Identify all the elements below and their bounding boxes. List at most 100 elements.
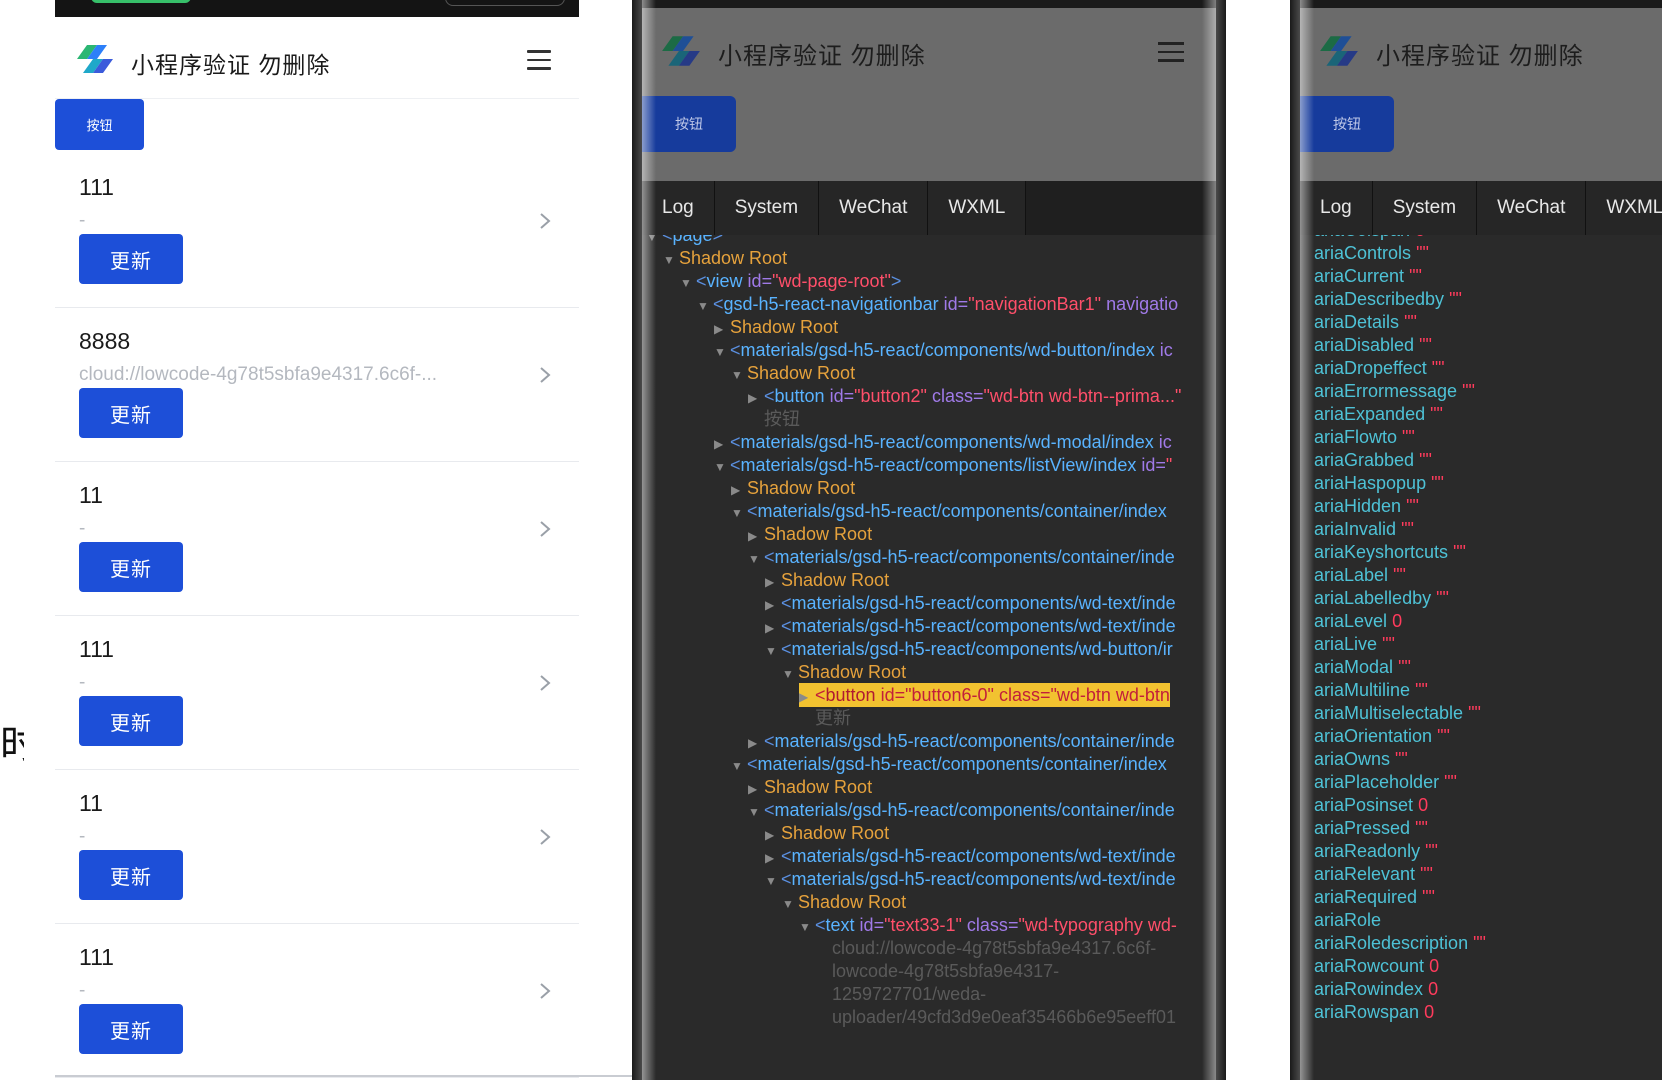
property-row[interactable]: ariaDetails "" [1314,311,1417,334]
caret-down-icon[interactable]: ▼ [799,915,815,939]
caret-down-icon[interactable]: ▼ [782,662,798,686]
text-node[interactable]: 更新 [799,706,851,730]
property-row[interactable]: ariaFlowto "" [1314,426,1415,449]
shadow-root-node[interactable]: ▶ Shadow Root [748,522,872,546]
shadow-root-node[interactable]: ▶ Shadow Root [731,476,855,500]
property-row[interactable]: ariaRelevant "" [1314,863,1433,886]
caret-down-icon[interactable]: ▼ [731,501,747,525]
tree-node[interactable]: ▼ <materials/gsd-h5-react/components/cont… [748,798,1175,822]
property-row[interactable]: ariaExpanded "" [1314,403,1443,426]
property-row[interactable]: ariaMultiselectable "" [1314,702,1481,725]
caret-down-icon[interactable]: ▼ [765,869,781,893]
caret-down-icon[interactable]: ▼ [782,892,798,916]
property-row[interactable]: ariaLive "" [1314,633,1395,656]
property-row[interactable]: ariaModal "" [1314,656,1411,679]
property-row[interactable]: ariaOrientation "" [1314,725,1450,748]
tab-wechat[interactable]: WeChat [819,181,929,235]
tab-system[interactable]: System [714,181,820,235]
property-row[interactable]: ariaCurrent "" [1314,265,1422,288]
tab-wxml[interactable]: WXML [1586,181,1662,235]
caret-down-icon[interactable]: ▼ [714,340,730,364]
shadow-root-node[interactable]: ▼ Shadow Root [731,361,855,385]
list-item[interactable]: 111 - 更新 [55,616,579,770]
tree-node[interactable]: ▶ <materials/gsd-h5-react/components/wd-m… [714,430,1172,454]
tab-wxml[interactable]: WXML [928,181,1027,235]
property-row[interactable]: ariaLevel 0 [1314,610,1402,633]
property-row[interactable]: ariaRowindex 0 [1314,978,1438,1001]
property-row[interactable]: ariaRequired "" [1314,886,1435,909]
text-node[interactable]: cloud://lowcode-4g78t5sbfa9e4317.6c6f- [816,936,1156,960]
caret-down-icon[interactable]: ▼ [748,800,764,824]
text-node[interactable]: 按钮 [748,407,800,431]
list-item[interactable]: 111 - 更新 [55,924,579,1078]
primary-button[interactable]: 按钮 [642,96,736,152]
tree-node[interactable]: ▼ <materials/gsd-h5-react/components/wd-t… [765,867,1176,891]
caret-down-icon[interactable]: ▼ [663,248,679,272]
list-item[interactable]: 11 - 更新 [55,770,579,924]
tree-node[interactable]: ▼ <gsd-h5-react-navigationbar id="navigat… [697,292,1178,316]
property-row[interactable]: ariaHidden "" [1314,495,1419,518]
list-item[interactable]: 8888 cloud://lowcode-4g78t5sbfa9e4317.6c6… [55,308,579,462]
update-button[interactable]: 更新 [79,234,183,284]
tree-node[interactable]: ▶ <materials/gsd-h5-react/components/wd-t… [765,591,1176,615]
property-row[interactable]: ariaReadonly "" [1314,840,1438,863]
property-row[interactable]: ariaRoledescription "" [1314,932,1486,955]
selected-tree-node[interactable]: ▶ <button id="button6-0" class="wd-btn wd… [799,683,1170,707]
property-row[interactable]: ariaLabelledby "" [1314,587,1449,610]
menu-icon[interactable] [1158,42,1184,62]
tree-node[interactable]: ▼ <materials/gsd-h5-react/components/cont… [731,499,1167,523]
property-row[interactable]: ariaColspan 0 [1314,235,1425,242]
property-row[interactable]: ariaRole [1314,909,1381,932]
menu-icon[interactable] [527,50,551,70]
caret-down-icon[interactable]: ▼ [714,455,730,479]
property-row[interactable]: ariaInvalid "" [1314,518,1414,541]
tree-node[interactable]: ▼ <materials/gsd-h5-react/components/wd-b… [714,338,1173,362]
property-row[interactable]: ariaPosinset 0 [1314,794,1428,817]
property-row[interactable]: ariaRowcount 0 [1314,955,1439,978]
tree-node[interactable]: ▶ <button id="button2" class="wd-btn wd-b… [748,384,1181,408]
primary-button[interactable]: 按钮 [55,99,144,150]
primary-button[interactable]: 按钮 [1300,96,1394,152]
tree-node[interactable]: ▼ <materials/gsd-h5-react/components/wd-b… [765,637,1173,661]
shadow-root-node[interactable]: ▶ Shadow Root [748,775,872,799]
tree-node[interactable]: ▼ <view id="wd-page-root"> [680,269,901,293]
update-button[interactable]: 更新 [79,388,183,438]
property-row[interactable]: ariaKeyshortcuts "" [1314,541,1466,564]
tree-node[interactable]: ▼ <materials/gsd-h5-react/components/list… [714,453,1172,477]
property-row[interactable]: ariaPlaceholder "" [1314,771,1457,794]
tree-node[interactable]: ▶ <materials/gsd-h5-react/components/wd-t… [765,844,1176,868]
property-row[interactable]: ariaControls "" [1314,242,1429,265]
shadow-root-node[interactable]: ▶ Shadow Root [765,568,889,592]
update-button[interactable]: 更新 [79,542,183,592]
shadow-root-node[interactable]: ▼ Shadow Root [663,246,787,270]
update-button[interactable]: 更新 [79,1004,183,1054]
property-row[interactable]: ariaHaspopup "" [1314,472,1444,495]
caret-down-icon[interactable]: ▼ [765,639,781,663]
shadow-root-node[interactable]: ▼ Shadow Root [782,890,906,914]
text-node[interactable]: 1259727701/weda- [816,982,986,1006]
property-row[interactable]: ariaRowspan 0 [1314,1001,1434,1024]
text-node[interactable]: lowcode-4g78t5sbfa9e4317- [816,959,1059,983]
tree-node[interactable]: ▶ <materials/gsd-h5-react/components/cont… [748,729,1175,753]
shadow-root-node[interactable]: ▶ Shadow Root [765,821,889,845]
update-button[interactable]: 更新 [79,696,183,746]
caret-down-icon[interactable]: ▼ [748,547,764,571]
list-item[interactable]: 11 - 更新 [55,462,579,616]
text-node[interactable]: uploader/49cfd3d9e0eaf35466b6e95eeff01 [816,1005,1176,1029]
property-row[interactable]: ariaMultiline "" [1314,679,1428,702]
property-row[interactable]: ariaGrabbed "" [1314,449,1432,472]
caret-down-icon[interactable]: ▼ [680,271,696,295]
property-row[interactable]: ariaErrormessage "" [1314,380,1475,403]
property-row[interactable]: ariaPressed "" [1314,817,1428,840]
tab-wechat[interactable]: WeChat [1477,181,1587,235]
shadow-root-node[interactable]: ▶ Shadow Root [714,315,838,339]
tree-node[interactable]: ▶ <materials/gsd-h5-react/components/wd-t… [765,614,1176,638]
update-button[interactable]: 更新 [79,850,183,900]
property-row[interactable]: ariaDescribedby "" [1314,288,1462,311]
list-item[interactable]: 111 - 更新 [55,154,579,308]
tree-node[interactable]: ▼ <materials/gsd-h5-react/components/cont… [731,752,1167,776]
property-row[interactable]: ariaLabel "" [1314,564,1406,587]
tree-node[interactable]: ▼ <materials/gsd-h5-react/components/cont… [748,545,1175,569]
property-row[interactable]: ariaOwns "" [1314,748,1408,771]
shadow-root-node[interactable]: ▼ Shadow Root [782,660,906,684]
